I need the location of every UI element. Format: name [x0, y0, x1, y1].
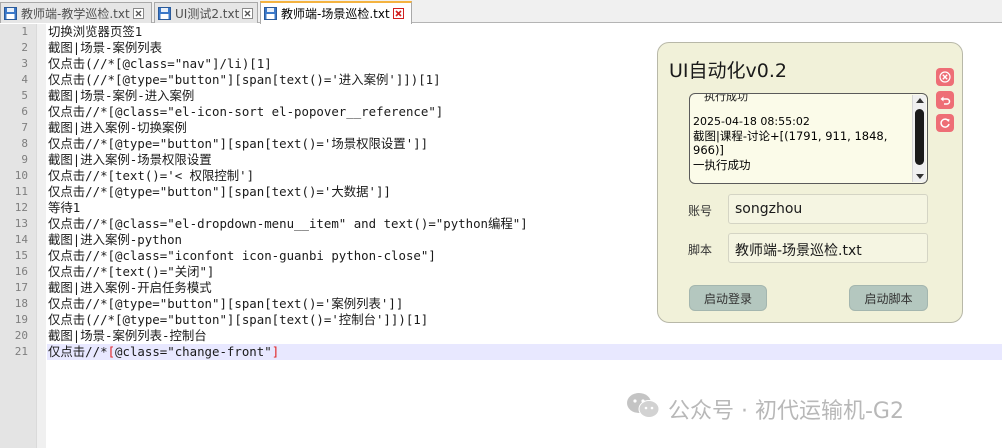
line-number: 17 — [14, 281, 28, 294]
line-number: 3 — [21, 57, 28, 70]
fold-margin — [36, 24, 46, 448]
log-head: 执行成功 — [704, 93, 748, 103]
line-number: 10 — [14, 169, 28, 182]
watermark-text: 公众号 · 初代运输机-G2 — [668, 399, 904, 424]
line-number: 16 — [14, 265, 28, 278]
code-line[interactable]: 仅点击//*[@class="change-front"] — [47, 344, 1002, 360]
bracket-highlight: ] — [271, 344, 280, 359]
log-output[interactable]: 执行成功 2025-04-18 08:55:02 截图|课程-讨论+[(1791… — [689, 93, 928, 184]
save-file-icon — [264, 7, 277, 20]
save-file-icon — [158, 6, 171, 20]
line-number: 20 — [14, 329, 28, 342]
line-number: 14 — [14, 233, 28, 246]
account-field[interactable]: songzhou — [728, 194, 928, 224]
refresh-icon — [939, 114, 951, 133]
log-timestamp: 2025-04-18 08:55:02 — [693, 115, 810, 128]
start-login-button[interactable]: 启动登录 — [689, 285, 767, 311]
automation-panel: UI自动化v0.2 执行成功 2025-04-18 08:55:02 截图|课程… — [657, 42, 963, 323]
tab-scene-inspection[interactable]: 教师端-场景巡检.txt — [260, 1, 412, 24]
refresh-button[interactable] — [936, 114, 954, 132]
tab-ui-test-2[interactable]: UI测试2.txt — [154, 2, 258, 23]
log-result: 一执行成功 — [693, 158, 751, 172]
wechat-logo-icon — [626, 392, 660, 426]
scroll-down-icon[interactable] — [916, 174, 924, 179]
line-number: 1 — [21, 25, 28, 38]
panel-title: UI自动化v0.2 — [669, 60, 787, 82]
tab-label: UI测试2.txt — [175, 6, 240, 21]
tab-label: 教师端-场景巡检.txt — [281, 7, 390, 21]
code-segment: 仅点击//* — [48, 344, 108, 359]
line-number: 19 — [14, 313, 28, 326]
tab-bar: 教师端-教学巡检.txt UI测试2.txt 教师端-场景巡检.txt — [0, 0, 1002, 24]
code-line[interactable]: 截图|场景-案例列表-控制台 — [47, 328, 1002, 344]
line-number: 13 — [14, 217, 28, 230]
line-number: 6 — [21, 105, 28, 118]
line-number: 15 — [14, 249, 28, 262]
undo-icon — [939, 91, 951, 110]
scroll-thumb[interactable] — [915, 109, 924, 165]
line-number: 8 — [21, 137, 28, 150]
tab-teaching-inspection[interactable]: 教师端-教学巡检.txt — [0, 2, 152, 23]
save-file-icon — [4, 6, 17, 20]
close-button[interactable] — [936, 68, 954, 86]
line-number: 7 — [21, 121, 28, 134]
close-tab-icon[interactable] — [392, 8, 404, 19]
account-label: 账号 — [688, 204, 713, 218]
close-tab-icon[interactable] — [132, 7, 144, 19]
bracket-highlight: [ — [107, 344, 116, 359]
script-field[interactable]: 教师端-场景巡检.txt — [728, 233, 928, 263]
watermark: 公众号 · 初代运输机-G2 — [626, 392, 904, 426]
code-segment: @class="change-front" — [115, 344, 272, 359]
line-number: 12 — [14, 201, 28, 214]
line-number: 21 — [14, 345, 28, 358]
close-icon — [939, 68, 951, 87]
script-label: 脚本 — [688, 243, 713, 257]
scroll-up-icon[interactable] — [916, 98, 924, 103]
log-message: 截图|课程-讨论+[(1791, 911, 1848, 966)] — [693, 129, 888, 157]
line-number: 18 — [14, 297, 28, 310]
line-number: 11 — [14, 185, 28, 198]
line-number: 9 — [21, 153, 28, 166]
log-scrollbar[interactable] — [912, 95, 926, 182]
close-tab-icon[interactable] — [242, 7, 254, 19]
undo-button[interactable] — [936, 91, 954, 109]
line-number: 5 — [21, 89, 28, 102]
code-line[interactable]: 切换浏览器页签1 — [47, 24, 1002, 40]
line-number: 2 — [21, 41, 28, 54]
tab-label: 教师端-教学巡检.txt — [21, 6, 130, 21]
start-script-button[interactable]: 启动脚本 — [849, 285, 928, 311]
line-number: 4 — [21, 73, 28, 86]
